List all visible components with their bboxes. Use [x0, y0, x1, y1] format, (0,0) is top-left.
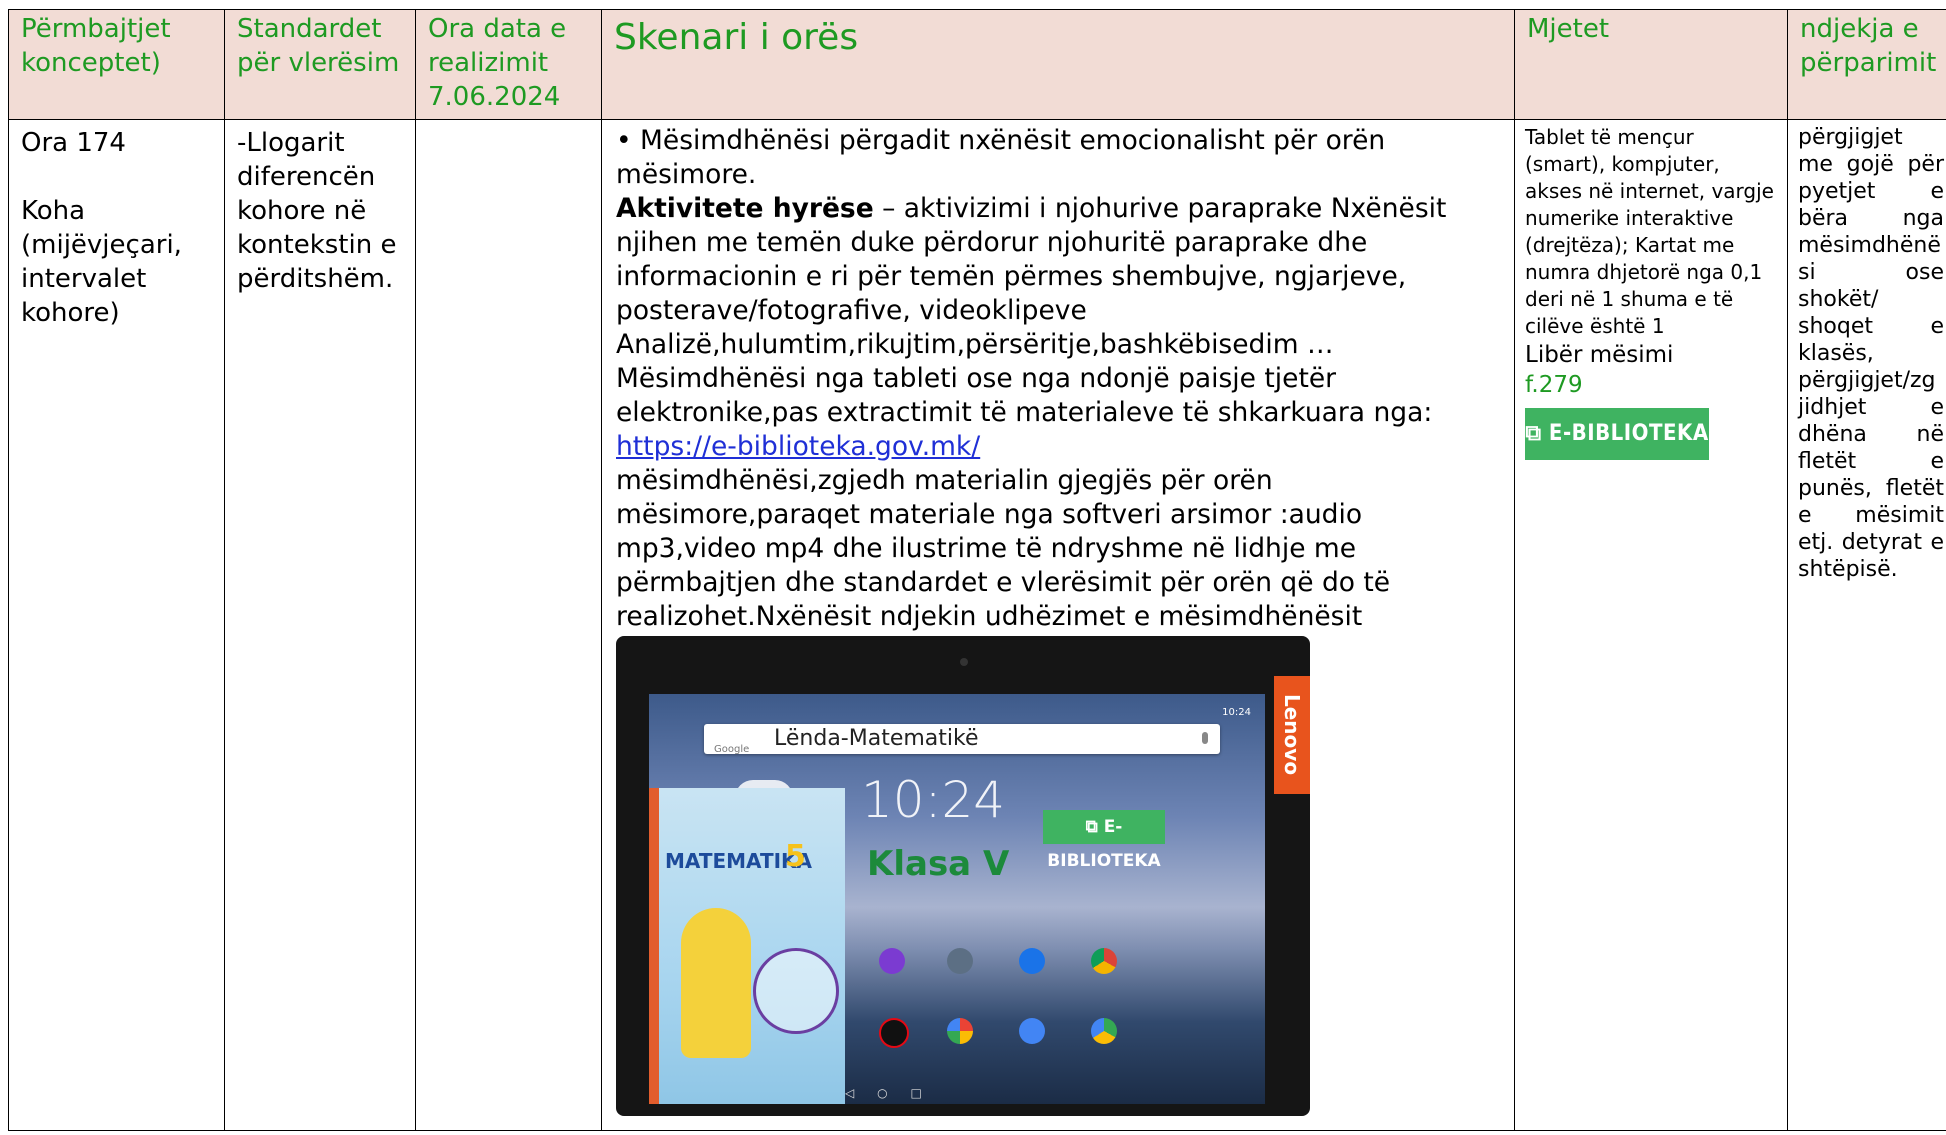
tracking-line: shoqet e: [1798, 314, 1944, 339]
tracking-line: klasës,: [1798, 341, 1874, 366]
header-row: Përmbajtjet konceptet) Standardet për vl…: [8, 9, 1946, 120]
nav-bar: ◁ ○ □: [845, 1086, 922, 1100]
header-tools-label: Mjetet: [1527, 14, 1610, 44]
scenario-cell: • Mësimdhënësi përgadit nxënësit emocion…: [601, 119, 1515, 1131]
content-cell: Ora 174 Koha (mijëvjeçari, intervalet ko…: [8, 119, 225, 1131]
e-biblioteka-badge-label: E-BIBLIOTEKA: [1548, 421, 1709, 446]
tracking-line: bëra nga: [1798, 206, 1944, 231]
e-biblioteka-screen-logo: ⧉ E-BIBLIOTEKA: [1043, 810, 1165, 871]
lesson-plan-table: Përmbajtjet konceptet) Standardet për vl…: [8, 9, 1946, 1131]
lenovo-logo: Lenovo: [1274, 676, 1310, 794]
tracking-line: e mësimit: [1798, 503, 1944, 528]
header-cell-content: Përmbajtjet konceptet): [8, 9, 225, 120]
header-cell-tools: Mjetet: [1514, 9, 1788, 120]
lesson-topic: Koha (mijëvjeçari, intervalet kohore): [21, 196, 182, 328]
camera-app-icon: [879, 948, 905, 974]
scenario-intro: • Mësimdhënësi përgadit nxënësit emocion…: [616, 125, 1386, 190]
activities-text: – aktivizimi i njohurive paraprake Nxënë…: [616, 193, 1447, 428]
mic-icon: [1202, 732, 1208, 744]
header-date-label: Ora data e realizimit 7.06.2024: [428, 14, 567, 112]
header-cell-date: Ora data e realizimit 7.06.2024: [415, 9, 602, 120]
tools-text: Tablet të mençur (smart), kompjuter, aks…: [1525, 125, 1774, 338]
mind-map-illustration: [753, 948, 839, 1034]
messages-app-icon: [1019, 1018, 1045, 1044]
tracking-line: punës, fletët: [1798, 476, 1944, 501]
tracking-line: shtëpisë.: [1798, 557, 1898, 582]
textbook-label: Libër mësimi: [1525, 342, 1674, 368]
chrome-app-icon: [1091, 948, 1117, 974]
header-cell-standards: Standardet për vlerësim: [224, 9, 416, 120]
google-logo: Google: [714, 744, 750, 755]
tracking-line: përgjigjet/zg: [1798, 368, 1936, 393]
tracking-line: shokët/: [1798, 287, 1879, 312]
scenario-activities: Aktivitete hyrëse – aktivizimi i njohuri…: [616, 192, 1500, 430]
body-row: Ora 174 Koha (mijëvjeçari, intervalet ko…: [8, 119, 1946, 1131]
home-clock: 10:24: [861, 771, 1006, 829]
tracking-line: mësimdhënë: [1798, 233, 1941, 258]
header-standards-label: Standardet për vlerësim: [237, 14, 400, 78]
header-tracking-label: ndjekja e përparimit: [1800, 14, 1937, 78]
camera-dot: [960, 658, 968, 666]
tablet-screen: 10:24 Google Lënda-Matematikë 10:24 ⧉ E-…: [649, 694, 1265, 1104]
e-biblioteka-link[interactable]: https://e-biblioteka.gov.mk/: [616, 431, 980, 462]
book-number: 5: [785, 839, 806, 874]
tracking-line: fletët e: [1798, 449, 1944, 474]
girl-illustration: [681, 908, 751, 1058]
tracking-cell: përgjigjet me gojë për pyetjet e bëra nga më…: [1787, 119, 1946, 1131]
status-bar: 10:24: [649, 694, 1265, 718]
netflix-app-icon: [879, 1018, 909, 1048]
e-biblioteka-badge[interactable]: ⧉ E-BIBLIOTEKA: [1525, 408, 1709, 460]
tracking-line: me gojë për: [1798, 152, 1944, 177]
standards-text: -Llogarit diferencën kohore në konteksti…: [237, 128, 397, 294]
header-content-label: Përmbajtjet konceptet): [21, 14, 171, 78]
search-query: Lënda-Matematikë: [774, 726, 979, 751]
duo-app-icon: [1019, 948, 1045, 974]
tracking-line: si ose: [1798, 260, 1944, 285]
tracking-line: jidhjet e: [1798, 395, 1944, 420]
tracking-line: dhëna në: [1798, 422, 1944, 447]
play-store-app-icon: [1091, 1018, 1117, 1044]
photos-app-icon: [947, 1018, 973, 1044]
header-scenario-label: Skenari i orës: [614, 17, 859, 58]
tools-cell: Tablet të mençur (smart), kompjuter, aks…: [1514, 119, 1788, 1131]
tablet-image: 10:24 Google Lënda-Matematikë 10:24 ⧉ E-…: [616, 636, 1310, 1116]
tracking-line: pyetjet e: [1798, 179, 1944, 204]
lesson-number: Ora 174: [21, 128, 126, 158]
status-clock: 10:24: [1222, 707, 1251, 718]
header-cell-scenario: Skenari i orës: [601, 9, 1515, 120]
settings-app-icon: [947, 948, 973, 974]
textbook-cover: MATEMATIKA 5: [649, 788, 845, 1104]
page-reference: f.279: [1525, 372, 1583, 398]
tracking-line: përgjigjet: [1798, 125, 1903, 150]
scenario-text-2: mësimdhënësi,zgjedh materialin gjegjës p…: [616, 465, 1391, 632]
standards-cell: -Llogarit diferencën kohore në konteksti…: [224, 119, 416, 1131]
date-cell: [415, 119, 602, 1131]
tracking-text: përgjigjet me gojë për pyetjet e bëra nga më…: [1789, 121, 1946, 584]
class-label: Klasa V: [867, 844, 1010, 884]
tracking-line: etj. detyrat e: [1798, 530, 1944, 555]
google-search-bar: Google Lënda-Matematikë: [704, 724, 1220, 755]
activities-label: Aktivitete hyrëse: [616, 193, 874, 224]
e-biblioteka-screen-label: E-BIBLIOTEKA: [1047, 817, 1161, 871]
header-cell-tracking: ndjekja e përparimit: [1787, 9, 1946, 120]
